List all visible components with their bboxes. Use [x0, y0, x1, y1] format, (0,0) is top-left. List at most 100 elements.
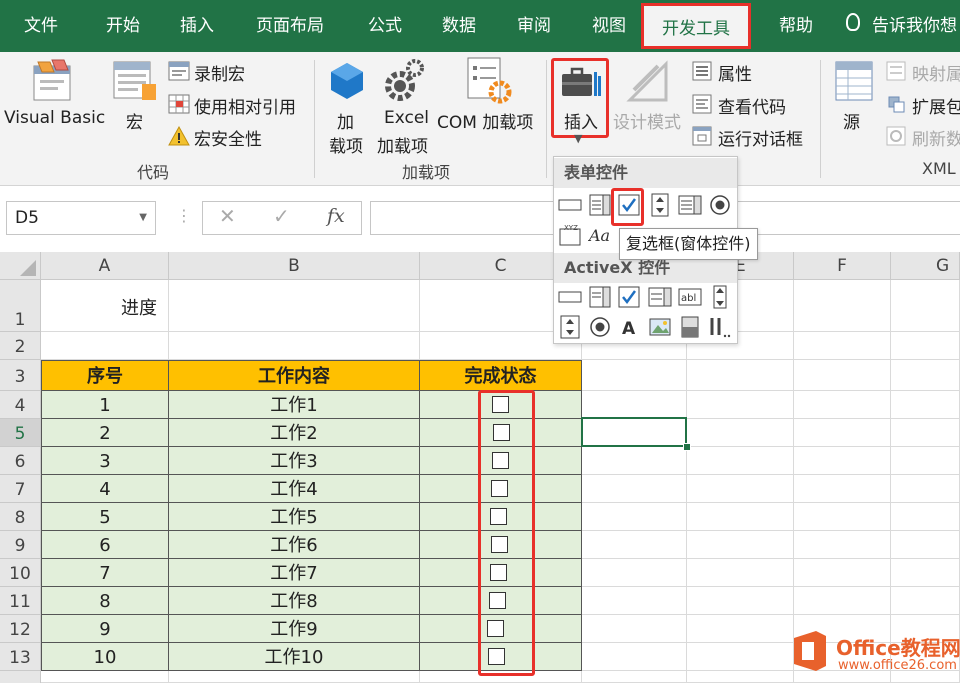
table-cell-no[interactable]: 2: [41, 419, 169, 447]
table-cell-no[interactable]: 10: [41, 643, 169, 671]
table-cell-task[interactable]: 工作5: [169, 503, 420, 531]
row-header-14[interactable]: [0, 671, 41, 683]
design-mode-button[interactable]: 设计模式: [613, 108, 681, 133]
tab-insert[interactable]: 插入: [180, 0, 214, 52]
macro-security-button[interactable]: 宏安全性: [194, 125, 262, 150]
row-header-8[interactable]: 8: [0, 503, 41, 531]
option-button-icon[interactable]: [708, 193, 732, 217]
grid-cell[interactable]: [687, 419, 794, 447]
excel-add-ins-label-1[interactable]: Excel: [384, 108, 429, 128]
grid-cell[interactable]: [582, 615, 687, 643]
com-add-ins-button[interactable]: COM 加载项: [437, 108, 533, 133]
grid-cell[interactable]: [169, 671, 420, 683]
tab-developer[interactable]: 开发工具: [641, 3, 751, 49]
grid-cell[interactable]: [582, 643, 687, 671]
table-cell-no[interactable]: 8: [41, 587, 169, 615]
grid-cell[interactable]: [582, 671, 687, 683]
grid-cell[interactable]: [891, 559, 960, 587]
grid-cell[interactable]: [891, 531, 960, 559]
tab-page-layout[interactable]: 页面布局: [256, 0, 324, 52]
grid-cell[interactable]: [582, 587, 687, 615]
chevron-down-icon[interactable]: ▼: [574, 132, 582, 145]
more-controls-icon[interactable]: [708, 315, 732, 339]
activex-button-icon[interactable]: [558, 285, 582, 309]
grid-cell[interactable]: [41, 671, 169, 683]
activex-spin-button-icon[interactable]: [558, 315, 582, 339]
add-ins-label-1[interactable]: 加: [337, 108, 354, 133]
grid-cell[interactable]: [891, 332, 960, 360]
row-header-11[interactable]: 11: [0, 587, 41, 615]
column-header-a[interactable]: A: [41, 252, 169, 280]
spin-button-icon[interactable]: [648, 193, 672, 217]
grid-cell[interactable]: [794, 280, 891, 332]
table-cell-task[interactable]: 工作9: [169, 615, 420, 643]
table-cell-task[interactable]: 工作10: [169, 643, 420, 671]
grid-cell[interactable]: [582, 475, 687, 503]
grid-cell[interactable]: [794, 559, 891, 587]
activex-combo-box-icon[interactable]: [588, 285, 612, 309]
activex-checkbox-icon[interactable]: [617, 285, 641, 309]
row-header-2[interactable]: 2: [0, 332, 41, 360]
activex-option-button-icon[interactable]: [588, 315, 612, 339]
grid-cell[interactable]: [891, 360, 960, 391]
grid-cell[interactable]: [891, 503, 960, 531]
grid-cell[interactable]: [794, 587, 891, 615]
grid-cell[interactable]: [687, 391, 794, 419]
grid-cell[interactable]: [794, 332, 891, 360]
grid-cell[interactable]: [687, 615, 794, 643]
table-cell-no[interactable]: 7: [41, 559, 169, 587]
row-header-5[interactable]: 5: [0, 419, 41, 447]
tab-home[interactable]: 开始: [106, 0, 140, 52]
row-header-7[interactable]: 7: [0, 475, 41, 503]
grid-cell[interactable]: [687, 587, 794, 615]
row-header-4[interactable]: 4: [0, 391, 41, 419]
tab-view[interactable]: 视图: [592, 0, 626, 52]
grid-cell[interactable]: [794, 419, 891, 447]
grid-cell[interactable]: [891, 587, 960, 615]
insert-function-icon[interactable]: fx: [327, 205, 345, 227]
xml-source-button[interactable]: 源: [843, 108, 860, 133]
header-cell-task[interactable]: 工作内容: [169, 360, 420, 391]
column-header-b[interactable]: B: [169, 252, 420, 280]
activex-image-icon[interactable]: [648, 315, 672, 339]
name-box[interactable]: D5 ▼: [6, 201, 156, 235]
insert-controls-button[interactable]: 插入: [564, 108, 598, 133]
grid-cell[interactable]: [891, 391, 960, 419]
grid-cell[interactable]: [794, 475, 891, 503]
label-control-icon[interactable]: Aa: [588, 223, 612, 247]
cell-b1[interactable]: 进度: [121, 280, 420, 332]
cell-a2[interactable]: [41, 332, 169, 360]
cell-b2[interactable]: [169, 332, 420, 360]
grid-cell[interactable]: [794, 531, 891, 559]
grid-cell[interactable]: [687, 643, 794, 671]
grid-cell[interactable]: [794, 503, 891, 531]
grid-cell[interactable]: [582, 503, 687, 531]
grid-cell[interactable]: [687, 559, 794, 587]
cancel-icon[interactable]: ✕: [219, 204, 236, 228]
row-header-9[interactable]: 9: [0, 531, 41, 559]
row-header-3[interactable]: 3: [0, 360, 41, 391]
macros-button[interactable]: 宏: [126, 108, 143, 133]
grid-cell[interactable]: [582, 559, 687, 587]
tab-file[interactable]: 文件: [24, 0, 58, 52]
activex-scroll-bar-icon[interactable]: [708, 285, 732, 309]
row-header-12[interactable]: 12: [0, 615, 41, 643]
table-cell-task[interactable]: 工作2: [169, 419, 420, 447]
activex-label-icon[interactable]: A: [617, 315, 641, 339]
table-cell-task[interactable]: 工作6: [169, 531, 420, 559]
excel-add-ins-label-2[interactable]: 加载项: [377, 132, 428, 157]
table-cell-task[interactable]: 工作7: [169, 559, 420, 587]
list-box-icon[interactable]: [678, 193, 702, 217]
confirm-icon[interactable]: ✓: [273, 204, 290, 228]
run-dialog-button[interactable]: 运行对话框: [718, 125, 803, 150]
tab-data[interactable]: 数据: [442, 0, 476, 52]
properties-button[interactable]: 属性: [718, 60, 752, 85]
tab-formulas[interactable]: 公式: [368, 0, 402, 52]
add-ins-label-2[interactable]: 载项: [329, 132, 363, 157]
grid-cell[interactable]: [582, 360, 687, 391]
selected-cell-d5[interactable]: [581, 417, 687, 447]
relative-reference-button[interactable]: 使用相对引用: [194, 93, 296, 118]
view-code-button[interactable]: 查看代码: [718, 93, 786, 118]
visual-basic-button[interactable]: Visual Basic: [4, 108, 105, 128]
header-cell-status[interactable]: 完成状态: [420, 360, 582, 391]
